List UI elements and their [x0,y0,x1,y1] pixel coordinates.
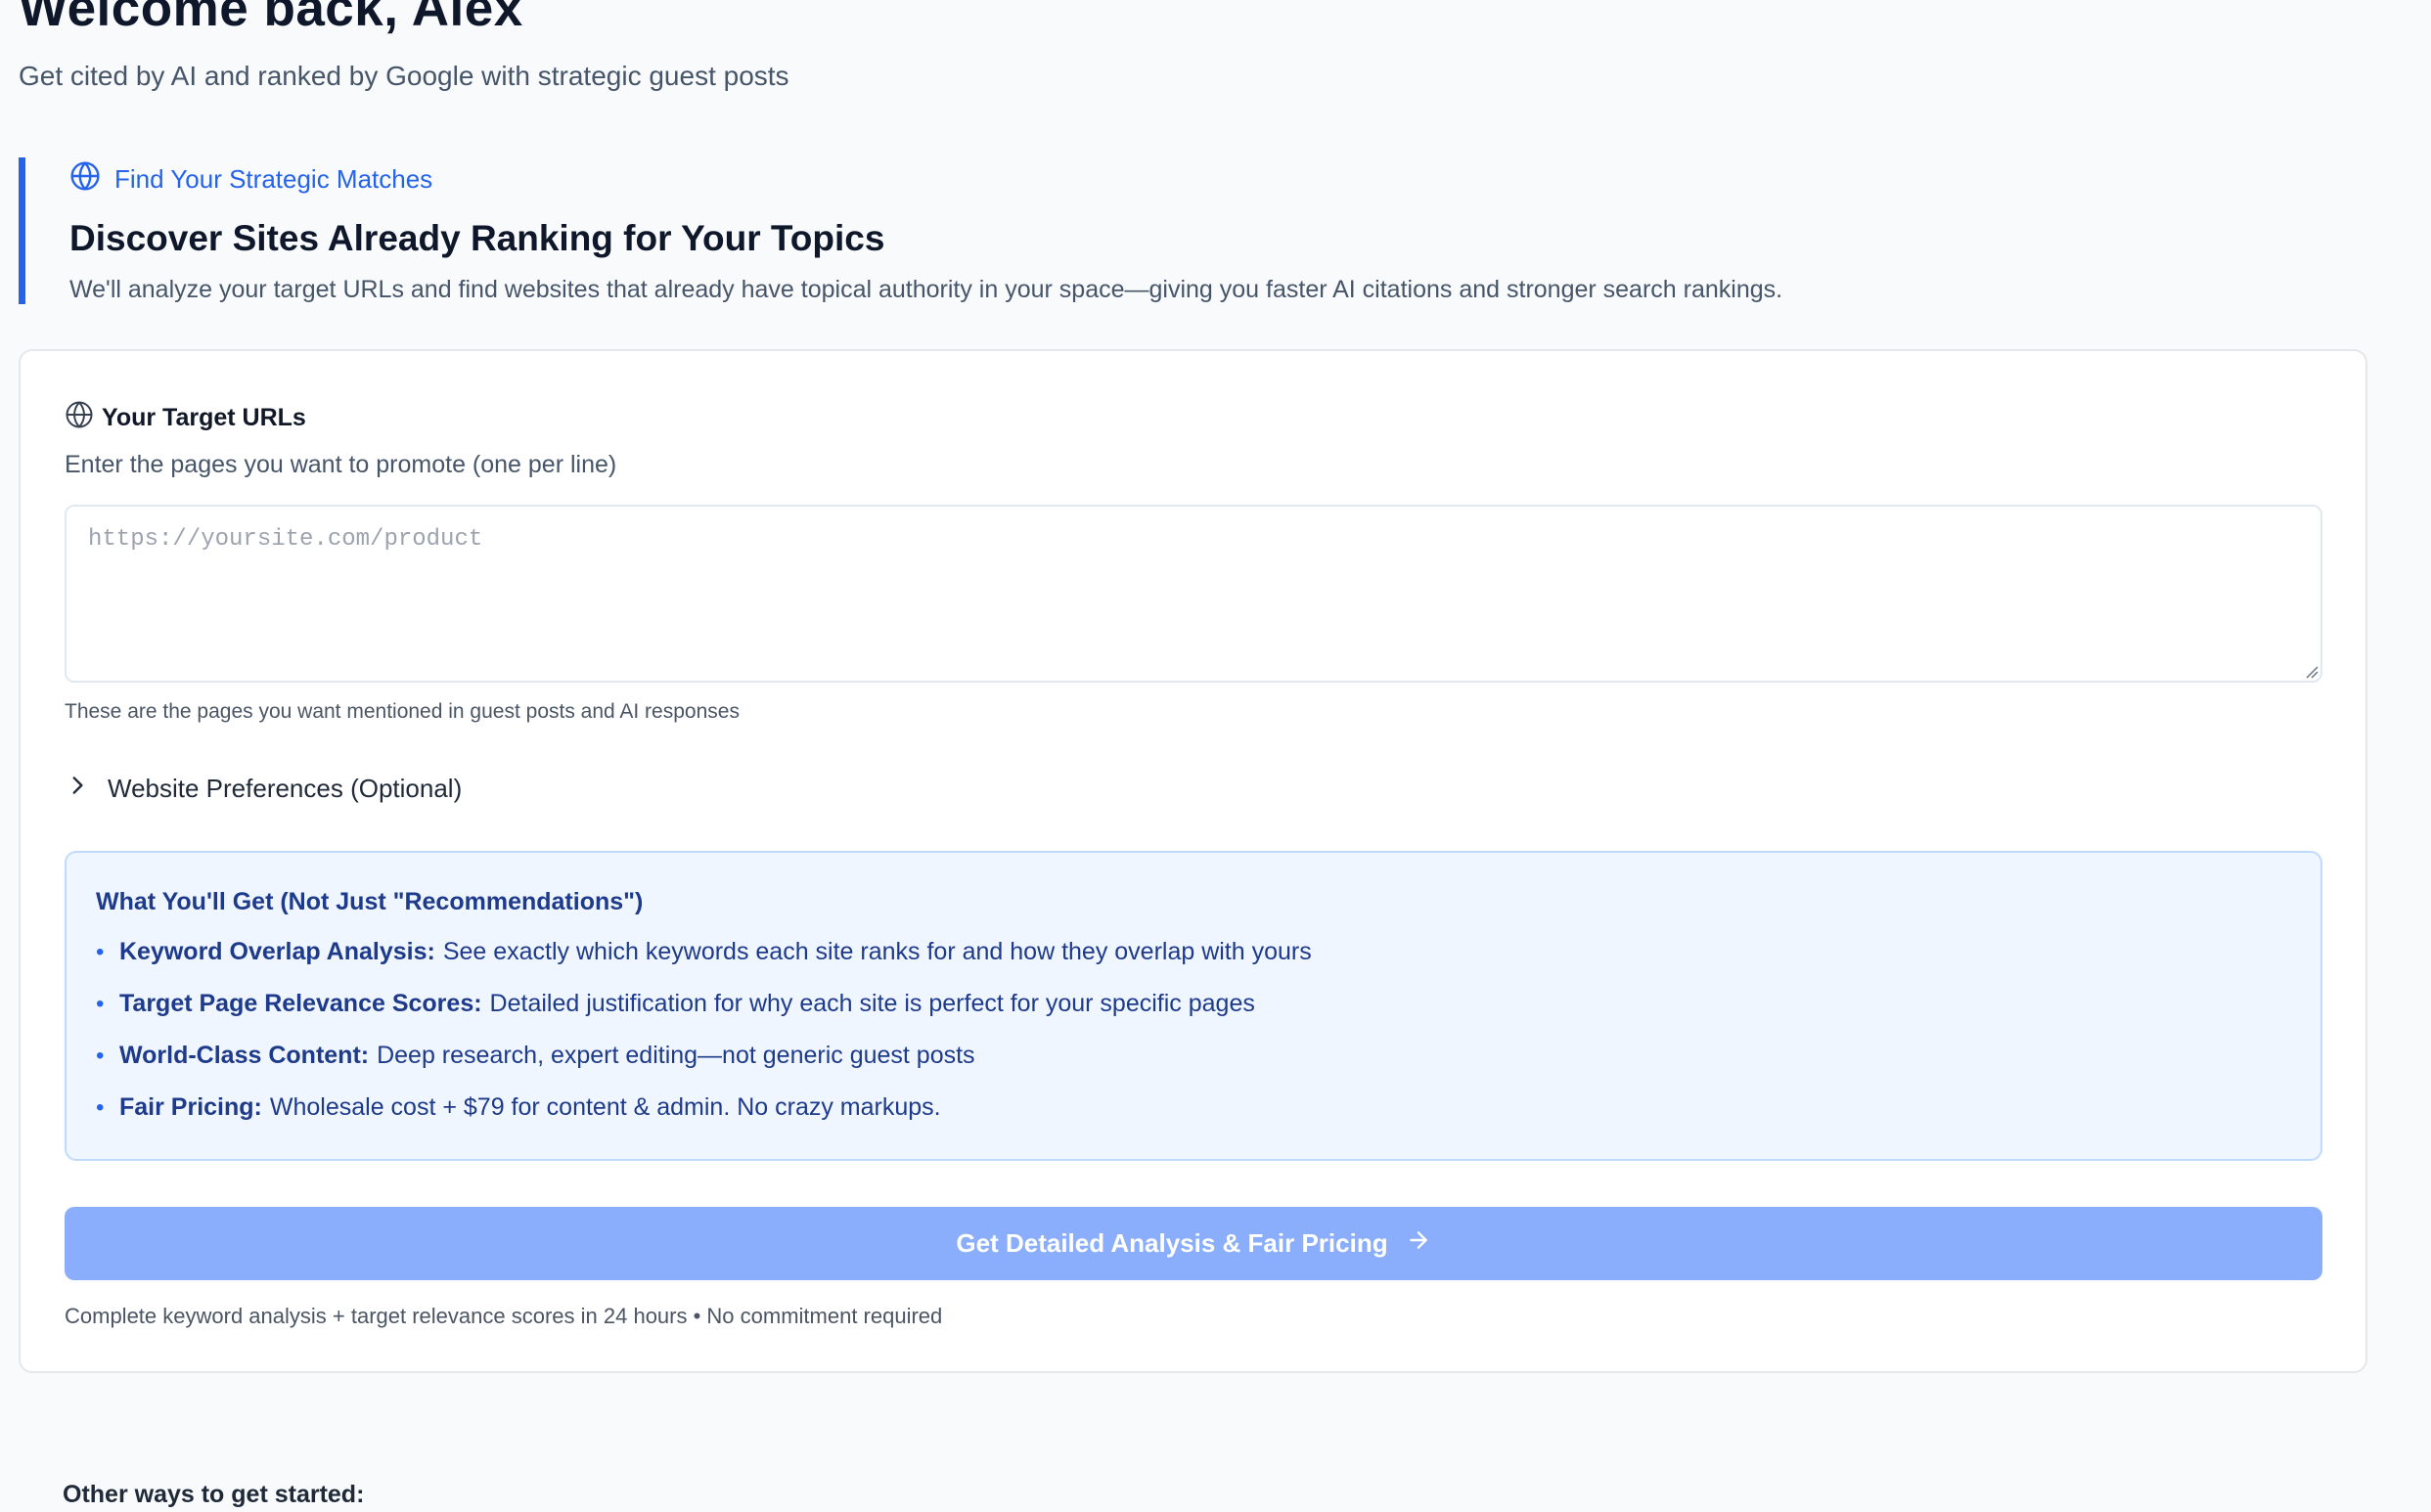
chevron-right-icon [65,773,90,805]
website-preferences-label: Website Preferences (Optional) [108,774,463,803]
benefit-item: • Fair Pricing: Wholesale cost + $79 for… [96,1093,2291,1145]
benefit-text: See exactly which keywords each site ran… [442,938,1312,965]
bullet: • [96,1043,105,1069]
get-analysis-button-label: Get Detailed Analysis & Fair Pricing [956,1228,1388,1258]
hero-title: Discover Sites Already Ranking for Your … [69,218,885,258]
benefit-term: Keyword Overlap Analysis: [119,938,435,965]
hero-callout: Find Your Strategic Matches Discover Sit… [19,157,1907,304]
hero-description: We'll analyze your target URLs and find … [69,276,1783,303]
target-urls-card: Your Target URLs Enter the pages you wan… [19,349,2367,1373]
bullet: • [96,939,105,965]
benefits-panel: What You'll Get (Not Just "Recommendatio… [65,851,2322,1161]
benefits-title: What You'll Get (Not Just "Recommendatio… [96,888,644,915]
globe-icon [69,160,101,199]
target-urls-help: Enter the pages you want to promote (one… [65,451,617,478]
hero-kicker: Find Your Strategic Matches [69,160,1907,199]
target-urls-note: These are the pages you want mentioned i… [65,700,740,723]
benefit-text: Detailed justification for why each site… [489,990,1255,1017]
bullet: • [96,1094,105,1121]
website-preferences-toggle[interactable]: Website Preferences (Optional) [65,773,462,805]
bullet: • [96,991,105,1017]
benefit-term: Fair Pricing: [119,1093,262,1121]
benefit-item: • World-Class Content: Deep research, ex… [96,1042,2291,1093]
target-urls-textarea[interactable] [65,505,2322,683]
target-urls-label-text: Your Target URLs [102,404,306,431]
get-analysis-button[interactable]: Get Detailed Analysis & Fair Pricing [65,1207,2322,1280]
hero-kicker-label: Find Your Strategic Matches [114,164,433,194]
target-urls-label: Your Target URLs [65,400,306,436]
benefit-term: Target Page Relevance Scores: [119,990,482,1017]
benefit-term: World-Class Content: [119,1042,370,1069]
benefit-item: • Keyword Overlap Analysis: See exactly … [96,938,2291,990]
benefits-list: • Keyword Overlap Analysis: See exactly … [96,938,2291,1145]
arrow-right-icon [1406,1227,1431,1260]
globe-icon [65,400,94,436]
benefit-text: Wholesale cost + $79 for content & admin… [269,1093,941,1121]
benefit-item: • Target Page Relevance Scores: Detailed… [96,990,2291,1042]
resize-handle-icon[interactable] [2305,665,2318,679]
other-ways-heading: Other ways to get started: [63,1481,365,1508]
page-title: Welcome back, Alex [19,0,523,37]
page-subtitle: Get cited by AI and ranked by Google wit… [19,61,789,91]
cta-note: Complete keyword analysis + target relev… [65,1304,943,1328]
benefit-text: Deep research, expert editing—not generi… [377,1042,975,1069]
